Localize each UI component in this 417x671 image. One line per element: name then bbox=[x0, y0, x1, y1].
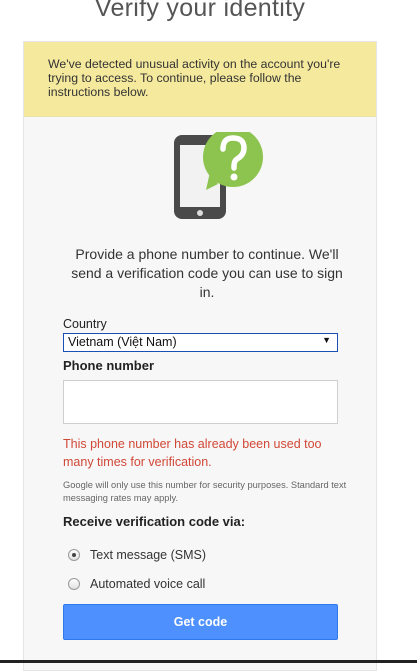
sms-option-label: Text message (SMS) bbox=[90, 548, 207, 562]
warning-banner: We've detected unusual activity on the a… bbox=[24, 42, 376, 117]
voice-call-option-label: Automated voice call bbox=[90, 577, 206, 591]
voice-call-option[interactable]: Automated voice call bbox=[68, 577, 205, 591]
country-label: Country bbox=[63, 317, 107, 331]
error-message: This phone number has already been used … bbox=[63, 437, 322, 469]
country-select[interactable]: Vietnam (Việt Nam) ▼ bbox=[63, 333, 338, 352]
voice-call-radio[interactable] bbox=[68, 578, 80, 590]
fine-print: Google will only use this number for sec… bbox=[63, 480, 347, 503]
verification-card: We've detected unusual activity on the a… bbox=[23, 41, 377, 671]
receive-method-label: Receive verification code via: bbox=[63, 514, 246, 529]
page-title: Verify your identity bbox=[94, 0, 306, 22]
intro-text: Provide a phone number to continue. We'l… bbox=[71, 246, 343, 300]
sms-option[interactable]: Text message (SMS) bbox=[68, 548, 206, 562]
phone-number-input[interactable] bbox=[63, 380, 338, 424]
country-selected-value: Vietnam (Việt Nam) bbox=[68, 335, 177, 349]
chevron-down-icon: ▼ bbox=[322, 335, 331, 345]
sms-radio[interactable] bbox=[68, 549, 80, 561]
phone-number-label: Phone number bbox=[63, 358, 155, 373]
phone-question-icon bbox=[174, 132, 263, 219]
get-code-button[interactable]: Get code bbox=[63, 604, 338, 640]
